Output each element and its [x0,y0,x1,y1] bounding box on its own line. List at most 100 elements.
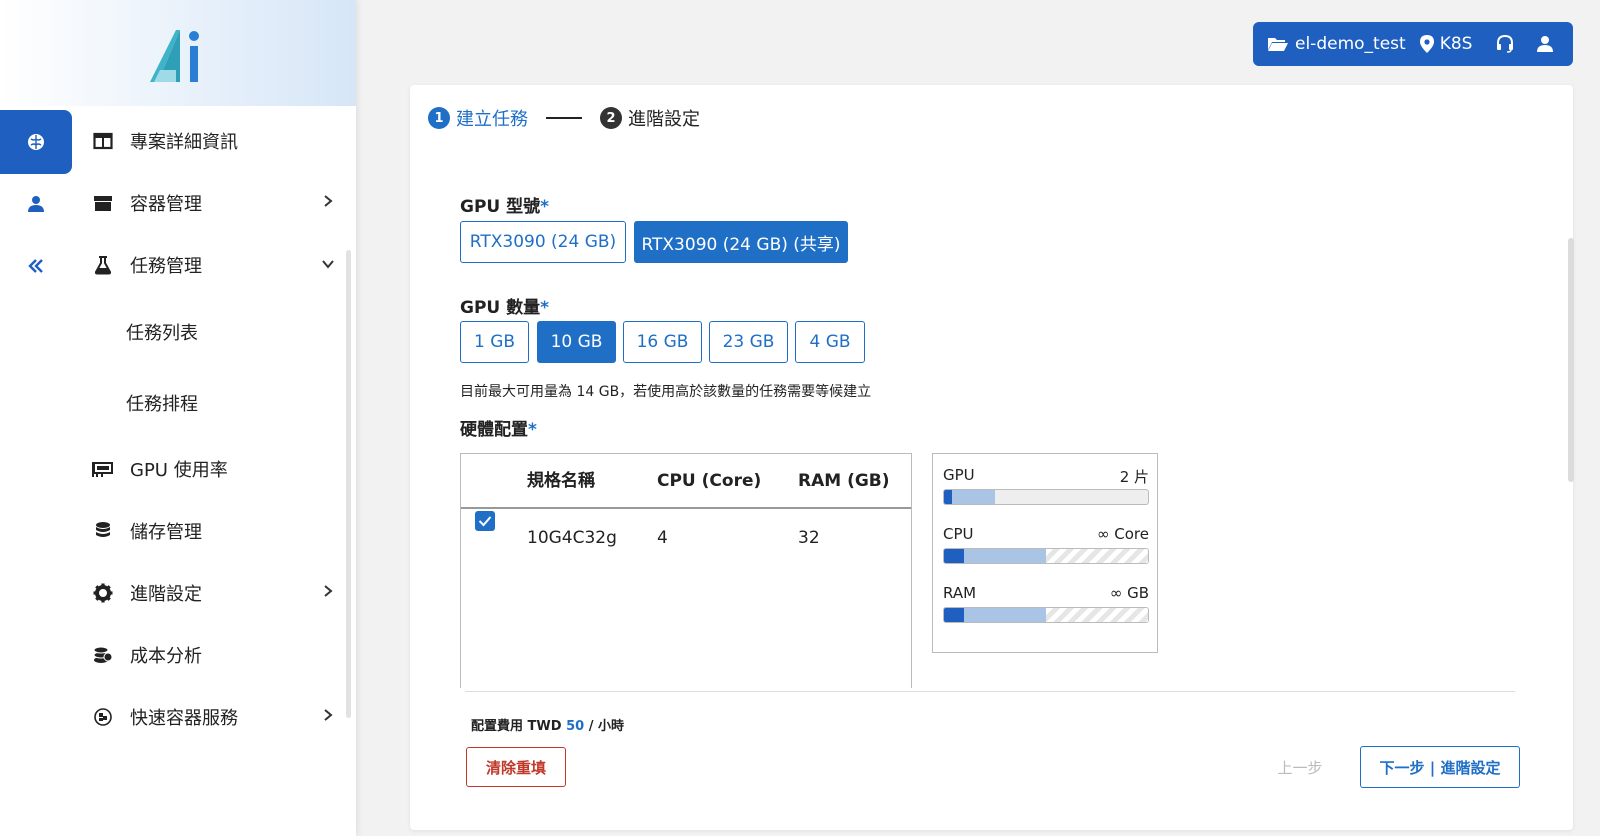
table-header: 規格名稱 CPU (Core) RAM (GB) [461,454,911,509]
user-icon[interactable] [1536,35,1554,53]
usage-bar-used [944,490,952,504]
sidebar-item-gpu-usage[interactable]: GPU 使用率 [72,439,342,499]
sidebar-item-quick-container[interactable]: 快速容器服務 [72,687,342,747]
sidebar-item-cost-analysis[interactable]: 成本分析 [72,625,342,685]
box-icon [92,192,114,214]
project-selector[interactable]: el-demo_test [1267,34,1406,54]
usage-cpu: CPU ∞ Core [943,525,1149,573]
prev-button[interactable]: 上一步 [1270,747,1330,787]
step-1-number: 1 [428,107,450,129]
gpu-count-label: GPU 數量* [460,293,549,318]
usage-name: RAM [943,584,977,602]
step-connector [546,117,582,119]
sidebar-item-label: 成本分析 [130,646,202,667]
cost-amount: 50 [566,719,585,734]
usage-bar [943,607,1149,623]
usage-name: CPU [943,525,974,543]
main-scrollbar[interactable] [1568,238,1574,482]
headset-icon[interactable] [1496,35,1514,53]
sidebar-item-container[interactable]: 容器管理 [72,173,342,233]
column-header-cpu: CPU (Core) [657,471,762,491]
usage-value: ∞ Core [1097,525,1149,543]
usage-bar-available [1046,608,1148,622]
chevron-right-icon [318,584,338,602]
required-mark: * [540,298,550,318]
folder-open-icon [1268,38,1288,51]
sidebar-item-task-management[interactable]: 任務管理 [72,235,342,295]
gpu-count-option-5[interactable]: 4 GB [795,321,865,363]
sidebar-item-project-info[interactable]: 專案詳細資訊 [72,111,342,171]
logo-area [0,0,356,106]
gear-icon [92,582,114,604]
cell-ram: 32 [798,528,820,548]
stepper: 1 建立任務 2 進階設定 [428,105,700,131]
gpu-model-option-1[interactable]: RTX3090 (24 GB) [460,221,626,263]
cost-summary: 配置費用 TWD 50 / 小時 [471,715,624,734]
top-bar: el-demo_test K8S [1253,22,1573,66]
gpu-count-option-2[interactable]: 10 GB [537,321,616,363]
resource-usage-panel: GPU 2 片 CPU ∞ Core RAM ∞ GB [932,453,1158,653]
gpu-card-icon [92,458,114,480]
sidebar-rail [0,106,72,836]
cost-prefix: 配置費用 TWD [471,719,562,734]
row-checkbox[interactable] [475,511,495,531]
sidebar-item-label: 任務排程 [126,394,198,415]
usage-bar-used [944,549,964,563]
sidebar-item-task-list[interactable]: 任務列表 [72,302,342,362]
sidebar-item-label: 任務管理 [130,256,202,277]
sidebar-item-label: GPU 使用率 [130,460,228,481]
cost-suffix: / 小時 [588,719,624,734]
gpu-model-option-2[interactable]: RTX3090 (24 GB) (共享) [634,221,848,263]
table-row[interactable]: 10G4C32g 4 32 [461,511,911,566]
usage-name: GPU [943,466,975,484]
required-mark: * [528,420,537,440]
sidebar-item-advanced-settings[interactable]: 進階設定 [72,563,342,623]
usage-ram: RAM ∞ GB [943,584,1149,632]
usage-bar [943,548,1149,564]
double-chevron-left-icon [28,259,43,273]
cubes-icon [92,706,114,728]
usage-bar-used [944,608,964,622]
usage-value: 2 片 [1119,468,1149,486]
hardware-table: 規格名稱 CPU (Core) RAM (GB) 10G4C32g 4 32 [460,453,912,688]
project-name: el-demo_test [1295,34,1406,54]
gpu-count-option-1[interactable]: 1 GB [460,321,529,363]
rail-collapse-button[interactable] [0,234,72,298]
hardware-label: 硬體配置* [460,415,537,440]
ai-logo[interactable] [146,24,210,88]
chevron-right-icon [318,194,338,212]
sidebar-item-label: 進階設定 [130,584,202,605]
rail-user-button[interactable] [0,172,72,236]
sidebar-item-label: 容器管理 [130,194,202,215]
usage-bar-available [1046,549,1148,563]
next-button[interactable]: 下一步 | 進階設定 [1360,746,1520,788]
sidebar-item-label: 任務列表 [126,323,198,344]
database-icon [92,520,114,542]
sidebar-scrollbar[interactable] [346,250,351,718]
sidebar-item-storage[interactable]: 儲存管理 [72,501,342,561]
sidebar-item-label: 專案詳細資訊 [130,132,238,153]
gpu-count-hint: 目前最大可用量為 14 GB，若使用高於該數量的任務需要等候建立 [460,384,872,400]
gpu-count-option-4[interactable]: 23 GB [709,321,788,363]
cluster-name: K8S [1439,34,1473,54]
cell-cpu: 4 [657,528,668,548]
sidebar-item-label: 快速容器服務 [130,708,238,729]
step-2-label[interactable]: 進階設定 [628,105,700,131]
coins-icon [92,644,114,666]
brain-icon [28,134,44,150]
gpu-count-label-text: GPU 數量 [460,298,541,318]
rail-brain-button[interactable] [0,110,72,174]
chevron-down-icon [318,257,338,273]
hardware-label-text: 硬體配置 [460,420,528,440]
cell-spec-name: 10G4C32g [527,528,617,548]
cluster-selector[interactable]: K8S [1419,34,1473,54]
gpu-count-option-3[interactable]: 16 GB [623,321,702,363]
task-form-card: 1 建立任務 2 進階設定 GPU 型號* RTX3090 (24 GB) RT… [410,85,1573,830]
check-icon [478,516,492,527]
flask-icon [92,254,114,276]
usage-gpu: GPU 2 片 [943,466,1149,514]
step-1-label[interactable]: 建立任務 [456,105,528,131]
gpu-model-label: GPU 型號* [460,192,549,217]
sidebar-item-task-schedule[interactable]: 任務排程 [72,373,342,433]
clear-button[interactable]: 清除重填 [466,747,566,787]
